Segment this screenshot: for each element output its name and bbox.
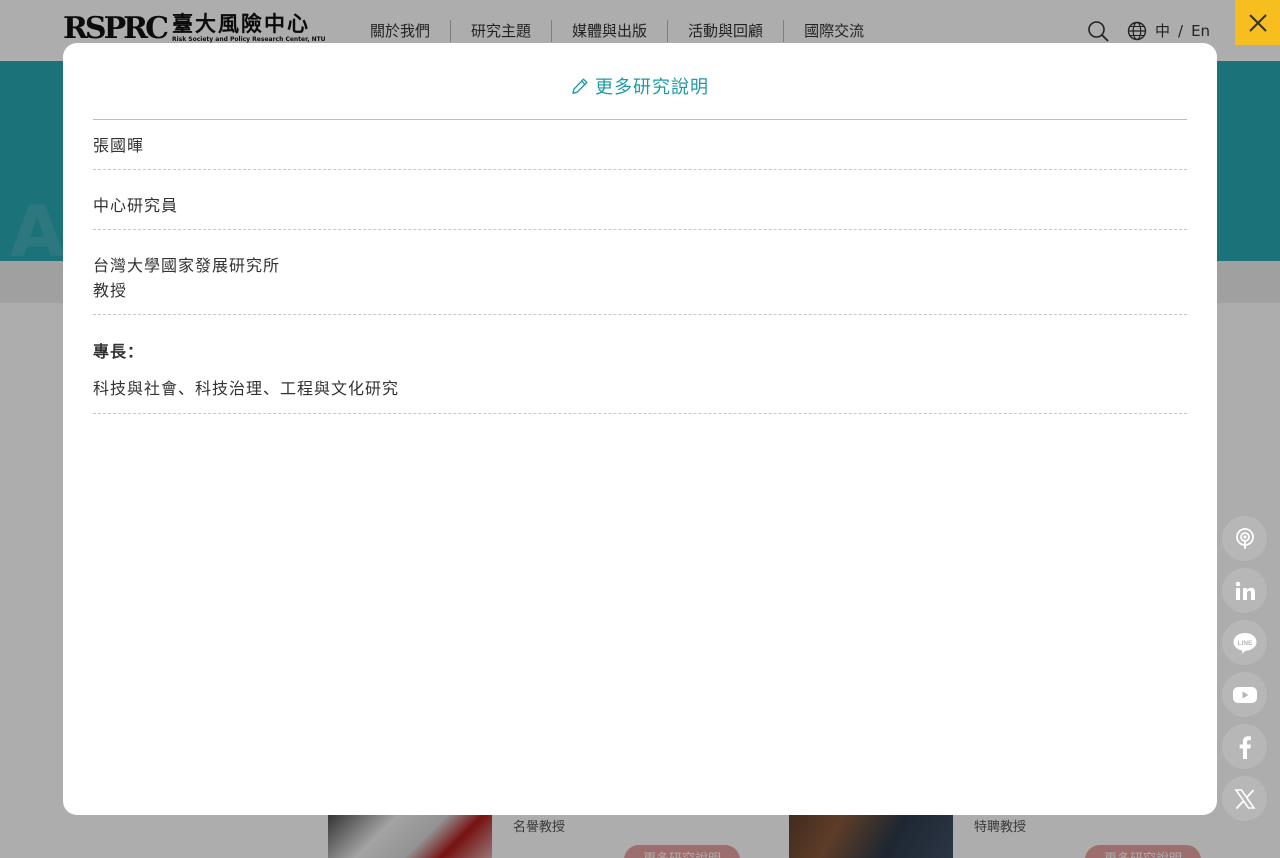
svg-text:LINE: LINE [1237,640,1252,647]
facebook-icon [1239,735,1251,759]
pencil-icon [572,78,588,94]
researcher-position: 中心研究員 [93,196,179,215]
facebook-button[interactable] [1222,724,1267,769]
specialty-label: 專長： [93,342,145,361]
close-icon [1248,13,1267,32]
line-icon: LINE [1233,632,1256,654]
specialty-value: 科技與社會、科技治理、工程與文化研究 [93,379,400,398]
researcher-position-row: 中心研究員 [93,193,1187,230]
podcast-icon [1235,527,1254,549]
line-button[interactable]: LINE [1222,620,1267,665]
researcher-affiliation: 台灣大學國家發展研究所 [93,256,281,275]
researcher-name-row: 張國暉 [93,133,1187,170]
researcher-affiliation-row: 台灣大學國家發展研究所 教授 [93,253,1187,315]
x-icon [1233,788,1256,809]
researcher-affiliation-title: 教授 [93,281,128,300]
podcast-button[interactable] [1222,516,1267,561]
researcher-name: 張國暉 [93,136,145,155]
youtube-icon [1232,686,1257,703]
x-button[interactable] [1222,776,1267,821]
modal-header: 更多研究說明 [93,73,1187,120]
modal-title: 更多研究說明 [595,77,709,98]
research-detail-modal: 更多研究說明 張國暉 中心研究員 台灣大學國家發展研究所 教授 專長： 科技與社… [63,43,1217,815]
linkedin-button[interactable] [1222,568,1267,613]
researcher-specialty-row: 專長： 科技與社會、科技治理、工程與文化研究 [93,339,1187,414]
linkedin-icon [1235,581,1255,600]
youtube-button[interactable] [1222,672,1267,717]
close-modal-button[interactable] [1235,0,1280,45]
